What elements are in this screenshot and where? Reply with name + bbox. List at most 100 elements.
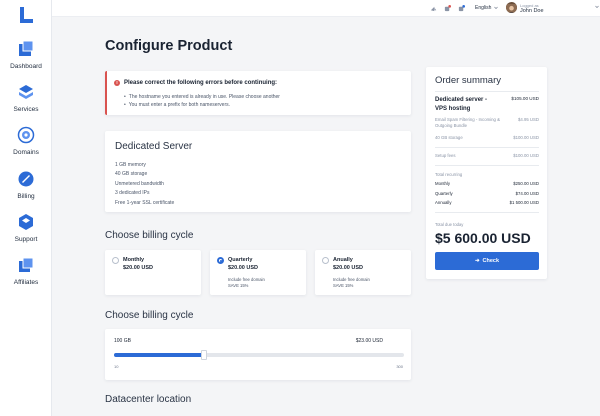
option-note: Include free domain <box>333 277 370 282</box>
chevron-down-icon[interactable] <box>595 5 599 9</box>
feature-list: 1 GB memory 40 GB storage Unmetered band… <box>115 161 174 208</box>
order-summary: Order summary Dedicated server - VPS hos… <box>426 67 547 279</box>
option-name: Quarterly <box>228 257 253 263</box>
billing-option-quarterly[interactable]: Quarterly $20.00 USD Include free domain… <box>210 250 306 295</box>
option-note: Include free domain <box>228 277 265 282</box>
list-item: You must enter a prefix for both nameser… <box>124 101 280 109</box>
recurring-price: $74.00 USD <box>515 191 539 196</box>
recurring-period: Quarterly <box>435 191 453 196</box>
notifications-icon[interactable] <box>444 5 451 12</box>
dashboard-cube-icon <box>19 40 34 56</box>
summary-product-name: Dedicated server - VPS hosting <box>435 97 488 112</box>
affiliates-icon <box>19 257 34 272</box>
divider <box>435 212 539 213</box>
summary-recurring-row: Annually $1 500.00 USD <box>435 200 539 205</box>
share-icon[interactable] <box>430 5 437 12</box>
services-layers-icon <box>19 85 33 99</box>
summary-recurring-label: Total recurring <box>435 172 539 177</box>
slider-handle[interactable] <box>201 350 207 360</box>
recurring-label: Total recurring <box>435 172 463 177</box>
error-icon: ! <box>114 80 120 86</box>
storage-slider-card: 100 GB $23.00 USD 10 300 <box>105 329 411 380</box>
check-button[interactable]: ➜ Check <box>435 252 539 270</box>
summary-addon: Email Spam Filtering - Incoming & Outgoi… <box>435 117 505 129</box>
sidebar-item-label: Dashboard <box>10 63 42 70</box>
globe-icon <box>17 126 35 144</box>
sidebar-item-services[interactable]: Services <box>0 83 52 113</box>
summary-recurring-row: Monthly $250.00 USD <box>435 181 539 186</box>
billing-cycle-title: Choose billing cycle <box>105 230 194 241</box>
support-icon <box>19 214 33 230</box>
summary-addon: 40 GB storage $100.00 USD <box>435 135 539 140</box>
recurring-period: Monthly <box>435 181 451 186</box>
total-due-value: $5 600.00 USD <box>435 230 531 246</box>
radio-button-selected[interactable] <box>217 257 224 264</box>
option-savings: SAVE 15% <box>228 283 249 288</box>
cart-icon[interactable] <box>458 5 465 12</box>
language-selector[interactable]: English <box>475 5 491 11</box>
sidebar-item-support[interactable]: Support <box>0 213 52 243</box>
slider-min-label: 10 <box>114 364 119 369</box>
error-alert: ! Please correct the following errors be… <box>105 71 411 115</box>
option-price: $20.00 USD <box>333 265 363 271</box>
divider <box>435 165 539 166</box>
datacenter-section-title: Datacenter location <box>105 394 192 405</box>
sidebar-item-label: Support <box>14 236 38 243</box>
arrow-right-icon: ➜ <box>474 258 480 264</box>
brand-logo-icon[interactable] <box>17 6 35 24</box>
setup-label: Setup fees <box>435 153 456 158</box>
sidebar-item-affiliates[interactable]: Affiliates <box>0 256 52 286</box>
avatar[interactable] <box>506 2 517 13</box>
option-savings: SAVE 15% <box>333 283 354 288</box>
billing-option-annually[interactable]: Anually $20.00 USD Include free domain S… <box>315 250 411 295</box>
divider <box>435 147 539 148</box>
product-card: Dedicated Server 1 GB memory 40 GB stora… <box>105 131 411 212</box>
list-item: The hostname you entered is already in u… <box>124 93 280 101</box>
radio-button[interactable] <box>112 257 119 264</box>
sidebar-item-dashboard[interactable]: Dashboard <box>0 40 52 70</box>
recurring-price: $250.00 USD <box>513 181 539 186</box>
setup-price: $100.00 USD <box>513 153 539 158</box>
slider-value-label: 100 GB <box>114 338 131 344</box>
list-item: 3 dedicated IPs <box>115 190 150 197</box>
sidebar-item-label: Affiliates <box>13 279 39 286</box>
slider-max-label: 300 <box>396 364 403 369</box>
user-name[interactable]: John Doe <box>520 8 544 14</box>
option-name: Monthly <box>123 257 145 263</box>
summary-title: Order summary <box>435 75 501 86</box>
storage-slider[interactable] <box>114 350 404 360</box>
recurring-period: Annually <box>435 200 452 205</box>
alert-title: Please correct the following errors befo… <box>124 80 278 86</box>
total-due-label: Total due today <box>435 222 464 227</box>
sidebar-item-domains[interactable]: Domains <box>0 126 52 156</box>
list-item: 1 GB memory <box>115 162 146 168</box>
summary-recurring-row: Quarterly $74.00 USD <box>435 191 539 196</box>
sidebar-item-label: Services <box>13 106 39 113</box>
chevron-down-icon[interactable] <box>494 6 498 10</box>
list-item: 40 GB storage <box>115 171 148 178</box>
check-button-label: Check <box>482 258 500 264</box>
option-name: Anually <box>333 257 353 263</box>
sidebar: Dashboard Services Domains Billing Suppo… <box>0 0 52 416</box>
user-photo-icon <box>506 4 517 13</box>
list-item: Free 1-year SSL certificate <box>115 199 175 206</box>
addon-label: 40 GB storage <box>435 135 463 140</box>
sidebar-item-billing[interactable]: Billing <box>0 170 52 200</box>
billing-card-icon <box>18 171 34 187</box>
radio-button[interactable] <box>322 257 329 264</box>
topbar: English Logged as John Doe <box>52 0 600 17</box>
list-item: Unmetered bandwidth <box>115 180 164 187</box>
product-name: Dedicated Server <box>115 141 193 152</box>
option-price: $20.00 USD <box>228 265 258 271</box>
addon-price: $100.00 USD <box>513 135 539 140</box>
slider-fill <box>114 353 204 357</box>
summary-setup-row: Setup fees $100.00 USD <box>435 153 539 158</box>
addon-label: Email Spam Filtering - Incoming & Outgoi… <box>435 117 500 128</box>
billing-option-monthly[interactable]: Monthly $20.00 USD <box>105 250 201 295</box>
recurring-price: $1 500.00 USD <box>509 200 539 205</box>
sidebar-item-label: Billing <box>17 193 35 200</box>
slider-price-label: $23.00 USD <box>355 338 383 344</box>
sidebar-item-label: Domains <box>13 149 39 156</box>
option-price: $20.00 USD <box>123 265 153 271</box>
error-list: The hostname you entered is already in u… <box>124 93 280 109</box>
